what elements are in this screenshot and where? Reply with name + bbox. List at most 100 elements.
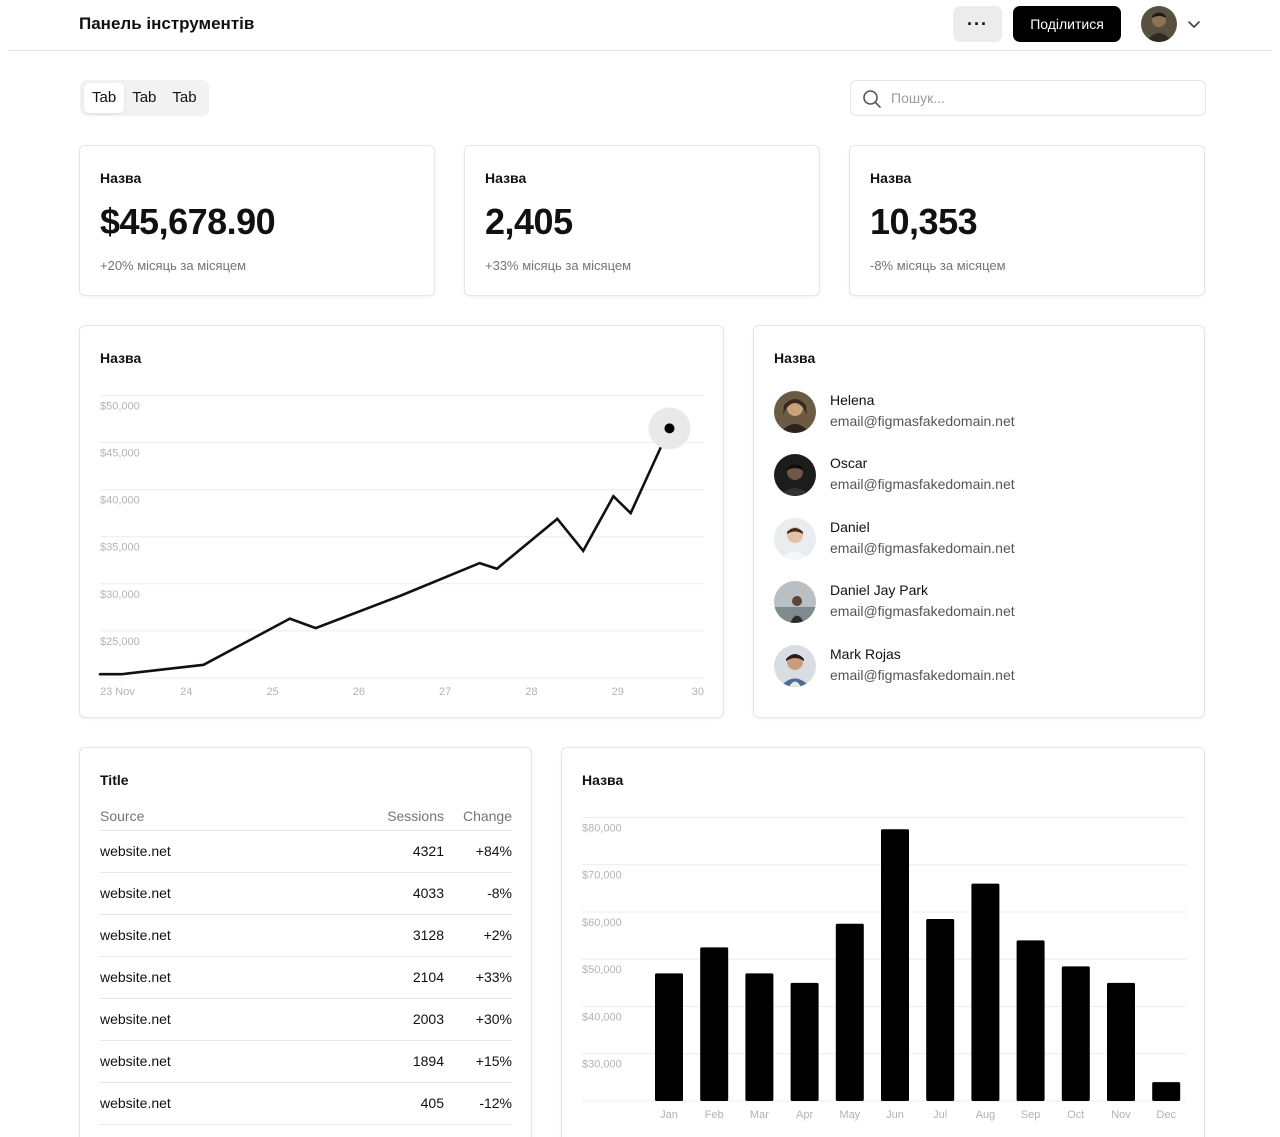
x-tick-label: 28 <box>525 686 537 698</box>
bar <box>1016 940 1045 1101</box>
cell-source: website.net <box>100 956 360 999</box>
cell-change: +15% <box>444 1040 512 1083</box>
table-row[interactable]: website.net 405 -12% <box>100 1082 512 1125</box>
table-row[interactable]: website.net 4033 -8% <box>100 872 512 915</box>
y-tick-label: $60,000 <box>582 917 622 929</box>
avatar <box>774 581 816 623</box>
y-tick-label: $40,000 <box>100 495 140 507</box>
cell-source: website.net <box>100 914 360 957</box>
stat-value: $45,678.90 <box>100 201 276 242</box>
top-bar: Панель інструментів ··· Поділитися <box>0 0 1280 51</box>
column-header-sessions: Sessions <box>360 806 444 831</box>
avatar <box>774 518 816 560</box>
cell-change: -8% <box>444 872 512 915</box>
stat-value: 2,405 <box>485 201 573 242</box>
avatar <box>774 454 816 496</box>
x-tick-label: 26 <box>353 686 365 698</box>
user-name: Daniel <box>830 519 870 535</box>
sources-table-card: Title Source Sessions Change website.net… <box>79 747 532 1137</box>
stat-card-3: Назва 10,353 -8% місяць за місяцем <box>849 145 1205 296</box>
y-tick-label: $70,000 <box>582 870 622 882</box>
cell-change: +30% <box>444 998 512 1041</box>
bar <box>835 923 864 1101</box>
table-row[interactable]: website.net 3128 +2% <box>100 914 512 957</box>
bar <box>790 982 819 1101</box>
page-title: Панель інструментів <box>79 14 255 33</box>
avatar <box>774 645 816 687</box>
user-photo-mark-rojas <box>774 645 816 687</box>
stat-change: -8% місяць за місяцем <box>870 258 1006 273</box>
stat-change: +33% місяць за місяцем <box>485 258 632 273</box>
cell-sessions: 3128 <box>360 914 444 957</box>
cell-source: website.net <box>100 830 360 873</box>
y-tick-label: $35,000 <box>100 542 140 554</box>
bar <box>1152 1082 1181 1101</box>
bar <box>700 947 729 1101</box>
stat-card-2: Назва 2,405 +33% місяць за місяцем <box>464 145 820 296</box>
chevron-down-icon[interactable] <box>1186 16 1202 32</box>
x-tick-label: 23 Nov <box>100 686 135 698</box>
bar <box>745 973 774 1101</box>
y-tick-label: $30,000 <box>100 589 140 601</box>
table-row[interactable]: website.net 4321 +84% <box>100 830 512 873</box>
table-row[interactable]: website.net 1894 +15% <box>100 1040 512 1083</box>
x-tick-label: 30 <box>692 686 704 698</box>
stat-title: Назва <box>100 170 142 186</box>
x-tick-label: Jun <box>886 1109 904 1121</box>
cell-sessions: 4033 <box>360 872 444 915</box>
x-tick-label: Apr <box>796 1109 813 1121</box>
series-line <box>98 427 671 676</box>
cell-source: website.net <box>100 1040 360 1083</box>
cell-change: +2% <box>444 914 512 957</box>
tab-2[interactable]: Tab <box>124 83 164 113</box>
search-box <box>850 80 1206 116</box>
y-tick-label: $25,000 <box>100 636 140 648</box>
y-tick-label: $45,000 <box>100 448 140 460</box>
column-header-change: Change <box>444 806 512 831</box>
cell-change: +84% <box>444 830 512 873</box>
x-tick-label: Feb <box>705 1109 724 1121</box>
avatar <box>774 391 816 433</box>
column-header-source: Source <box>100 806 360 831</box>
x-tick-label: Jan <box>660 1109 678 1121</box>
user-photo-helena <box>774 391 816 433</box>
x-tick-label: 27 <box>439 686 451 698</box>
x-tick-label: Jul <box>933 1109 947 1121</box>
avatar[interactable] <box>1141 6 1177 42</box>
user-email: email@figmasfakedomain.net <box>830 540 1015 556</box>
line-chart: $50,000 $45,000 $40,000 $35,000 $30,000 $25,0… <box>98 394 704 698</box>
x-tick-label: Aug <box>976 1109 996 1121</box>
tab-1[interactable]: Tab <box>84 83 125 113</box>
x-tick-label: Nov <box>1111 1109 1131 1121</box>
bar <box>1107 982 1135 1101</box>
table-row[interactable]: website.net 2003 +30% <box>100 998 512 1041</box>
cell-sessions: 2003 <box>360 998 444 1041</box>
cell-source: website.net <box>100 1082 360 1125</box>
user-name: Helena <box>830 392 875 408</box>
bar <box>881 829 909 1101</box>
user-name: Oscar <box>830 455 868 471</box>
cell-source: website.net <box>100 872 360 915</box>
more-options-button[interactable]: ··· <box>953 6 1002 42</box>
bar <box>971 883 1000 1101</box>
stat-title: Назва <box>485 170 527 186</box>
x-tick-label: Mar <box>750 1109 769 1121</box>
line-chart-card: Назва $50,000 $45,000 $40,000 $35,000 $30,00… <box>79 325 724 718</box>
x-tick-label: Dec <box>1156 1109 1176 1121</box>
cell-sessions: 4321 <box>360 830 444 873</box>
cell-change: +33% <box>444 956 512 999</box>
user-avatar-image <box>1141 6 1177 42</box>
search-icon <box>863 90 881 108</box>
user-name: Mark Rojas <box>830 646 901 662</box>
users-title: Назва <box>774 350 816 366</box>
user-email: email@figmasfakedomain.net <box>830 476 1015 492</box>
search-input[interactable] <box>891 81 1191 115</box>
highlight-point <box>664 423 675 434</box>
cell-source: website.net <box>100 998 360 1041</box>
table-row[interactable]: website.net 2104 +33% <box>100 956 512 999</box>
tab-3[interactable]: Tab <box>164 83 204 113</box>
x-tick-label: 29 <box>612 686 624 698</box>
cell-sessions: 1894 <box>360 1040 444 1083</box>
share-button[interactable]: Поділитися <box>1013 6 1121 42</box>
bar <box>655 973 683 1101</box>
